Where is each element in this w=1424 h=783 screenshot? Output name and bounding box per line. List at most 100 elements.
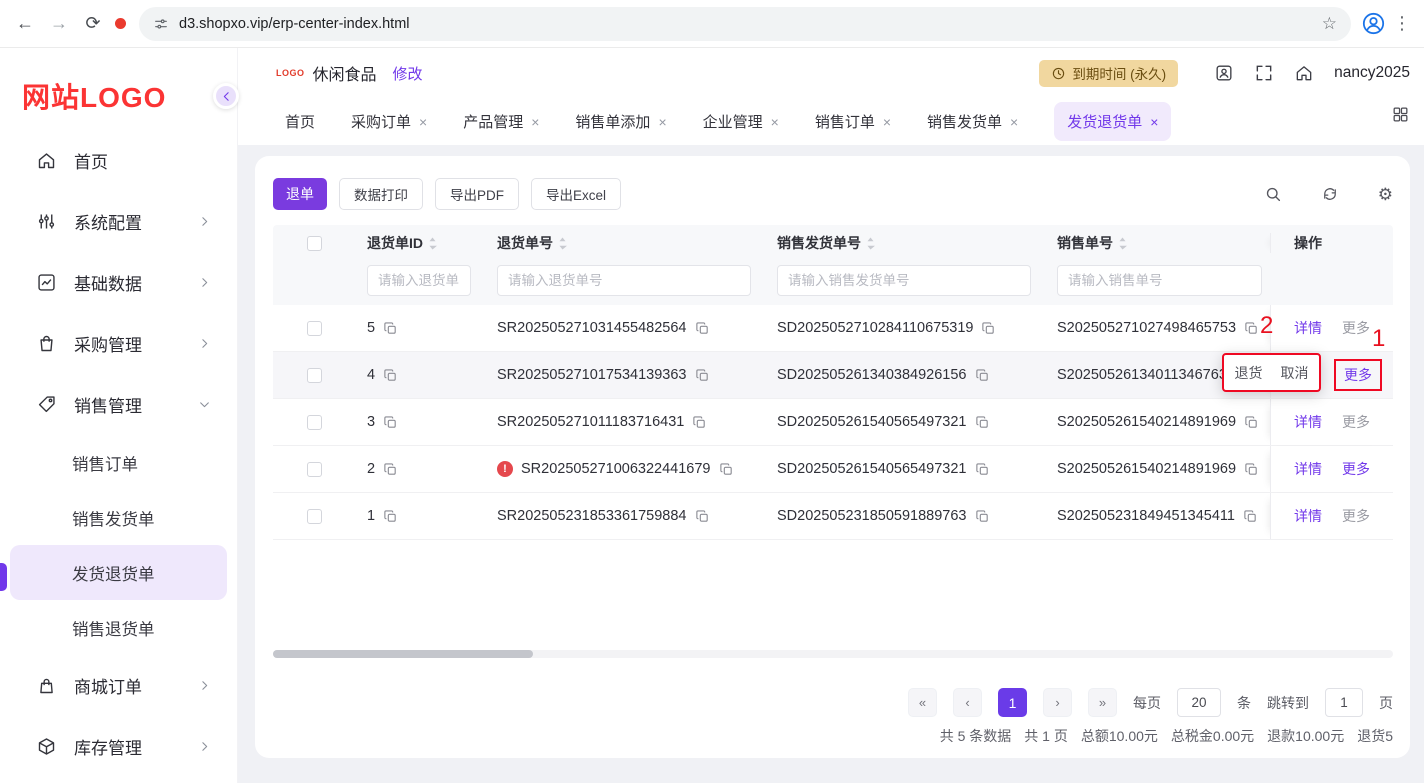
copy-icon[interactable] [975, 462, 990, 477]
more-link-annotated[interactable]: 更多 [1334, 359, 1382, 391]
close-icon[interactable]: × [658, 114, 666, 130]
copy-icon[interactable] [975, 368, 990, 383]
data-print-button[interactable]: 数据打印 [339, 178, 423, 210]
more-link[interactable]: 更多 [1342, 412, 1370, 432]
sidebar-subitem-sales-returns[interactable]: 销售退货单 [10, 600, 227, 655]
modify-link[interactable]: 修改 [393, 63, 423, 84]
close-icon[interactable]: × [531, 114, 539, 130]
username[interactable]: nancy2025 [1334, 64, 1410, 82]
copy-icon[interactable] [1244, 415, 1259, 430]
sidebar-subitem-sales-shipments[interactable]: 销售发货单 [10, 490, 227, 545]
copy-icon[interactable] [383, 415, 398, 430]
tab-home[interactable]: 首页 [285, 111, 315, 132]
tab-sales-shipments[interactable]: 销售发货单 × [927, 111, 1018, 132]
detail-link[interactable]: 详情 [1294, 506, 1322, 526]
tab-shipment-returns[interactable]: 发货退货单 × [1054, 102, 1172, 141]
more-link[interactable]: 更多 [1342, 318, 1370, 338]
col-return-no[interactable]: 退货单号 [497, 233, 567, 253]
sidebar-subitem-sales-orders[interactable]: 销售订单 [10, 435, 227, 490]
return-order-button[interactable]: 退单 [273, 178, 327, 210]
scrollbar-thumb[interactable] [273, 650, 533, 658]
col-sale-no[interactable]: 销售单号 [1057, 233, 1127, 253]
close-icon[interactable]: × [1010, 114, 1018, 130]
row-checkbox[interactable] [306, 461, 322, 477]
browser-back-button[interactable]: ← [10, 9, 40, 39]
sidebar-item-system-config[interactable]: 系统配置 [0, 191, 237, 252]
address-bar[interactable]: d3.shopxo.vip/erp-center-index.html ☆ [139, 6, 1351, 41]
browser-forward-button[interactable]: → [44, 9, 74, 39]
browser-refresh-button[interactable]: ⟳ [78, 9, 108, 39]
more-link[interactable]: 更多 [1342, 459, 1370, 479]
copy-icon[interactable] [975, 509, 990, 524]
sort-icon[interactable] [558, 236, 567, 251]
page-button-current[interactable]: 1 [998, 688, 1027, 717]
row-checkbox[interactable] [306, 367, 322, 383]
browser-profile-icon[interactable] [1361, 11, 1386, 36]
copy-icon[interactable] [695, 368, 710, 383]
browser-menu-icon[interactable]: ⋮ [1390, 13, 1414, 34]
tab-product-mgmt[interactable]: 产品管理 × [463, 111, 539, 132]
copy-icon[interactable] [719, 462, 734, 477]
jump-page-input[interactable] [1325, 688, 1363, 717]
detail-link[interactable]: 详情 [1294, 459, 1322, 479]
contact-card-icon[interactable] [1214, 63, 1234, 83]
tab-purchase-orders[interactable]: 采购订单 × [351, 111, 427, 132]
fullscreen-icon[interactable] [1254, 63, 1274, 83]
copy-icon[interactable] [383, 321, 398, 336]
sidebar-collapse-button[interactable] [213, 83, 239, 109]
horizontal-scrollbar[interactable] [273, 650, 1393, 658]
settings-gear-icon[interactable]: ⚙ [1378, 186, 1393, 203]
select-all-checkbox[interactable] [306, 235, 322, 251]
sidebar-item-basic-data[interactable]: 基础数据 [0, 252, 237, 313]
filter-return-id-input[interactable] [367, 264, 471, 296]
sort-icon[interactable] [866, 236, 875, 251]
sort-icon[interactable] [1118, 236, 1127, 251]
prev-page-button[interactable]: ‹ [953, 688, 982, 717]
site-settings-icon[interactable] [153, 16, 169, 32]
last-page-button[interactable]: » [1088, 688, 1117, 717]
sort-icon[interactable] [428, 236, 437, 251]
tab-enterprise-mgmt[interactable]: 企业管理 × [703, 111, 779, 132]
popup-return-button[interactable]: 退货 [1235, 363, 1263, 383]
copy-icon[interactable] [383, 509, 398, 524]
bookmark-star-icon[interactable]: ☆ [1322, 14, 1337, 34]
copy-icon[interactable] [383, 368, 398, 383]
popup-cancel-button[interactable]: 取消 [1281, 363, 1309, 383]
export-pdf-button[interactable]: 导出PDF [435, 178, 519, 210]
per-page-select[interactable] [1177, 688, 1221, 717]
copy-icon[interactable] [1244, 321, 1259, 336]
search-icon[interactable] [1264, 185, 1282, 203]
sidebar-item-mall-orders[interactable]: 商城订单 [0, 655, 237, 716]
copy-icon[interactable] [981, 321, 996, 336]
col-return-id[interactable]: 退货单ID [367, 233, 437, 253]
home-icon[interactable] [1294, 63, 1314, 83]
close-icon[interactable]: × [1150, 114, 1158, 130]
tab-sales-order-add[interactable]: 销售单添加 × [575, 111, 666, 132]
close-icon[interactable]: × [883, 114, 891, 130]
refresh-icon[interactable] [1321, 185, 1339, 203]
next-page-button[interactable]: › [1043, 688, 1072, 717]
tab-grid-icon[interactable] [1391, 105, 1410, 124]
sidebar-item-purchase-mgmt[interactable]: 采购管理 [0, 313, 237, 374]
filter-sale-no-input[interactable] [1057, 264, 1262, 296]
copy-icon[interactable] [695, 321, 710, 336]
copy-icon[interactable] [975, 415, 990, 430]
close-icon[interactable]: × [419, 114, 427, 130]
copy-icon[interactable] [383, 462, 398, 477]
col-ship-no[interactable]: 销售发货单号 [777, 233, 875, 253]
more-link[interactable]: 更多 [1342, 506, 1370, 526]
copy-icon[interactable] [1243, 509, 1258, 524]
filter-ship-no-input[interactable] [777, 264, 1031, 296]
row-checkbox[interactable] [306, 320, 322, 336]
detail-link[interactable]: 详情 [1294, 412, 1322, 432]
copy-icon[interactable] [692, 415, 707, 430]
copy-icon[interactable] [1244, 462, 1259, 477]
filter-return-no-input[interactable] [497, 264, 751, 296]
copy-icon[interactable] [695, 509, 710, 524]
tab-sales-orders[interactable]: 销售订单 × [815, 111, 891, 132]
sidebar-subitem-shipment-returns[interactable]: 发货退货单 [10, 545, 227, 600]
export-excel-button[interactable]: 导出Excel [531, 178, 622, 210]
sidebar-item-sales-mgmt[interactable]: 销售管理 [0, 374, 237, 435]
first-page-button[interactable]: « [908, 688, 937, 717]
detail-link[interactable]: 详情 [1294, 318, 1322, 338]
